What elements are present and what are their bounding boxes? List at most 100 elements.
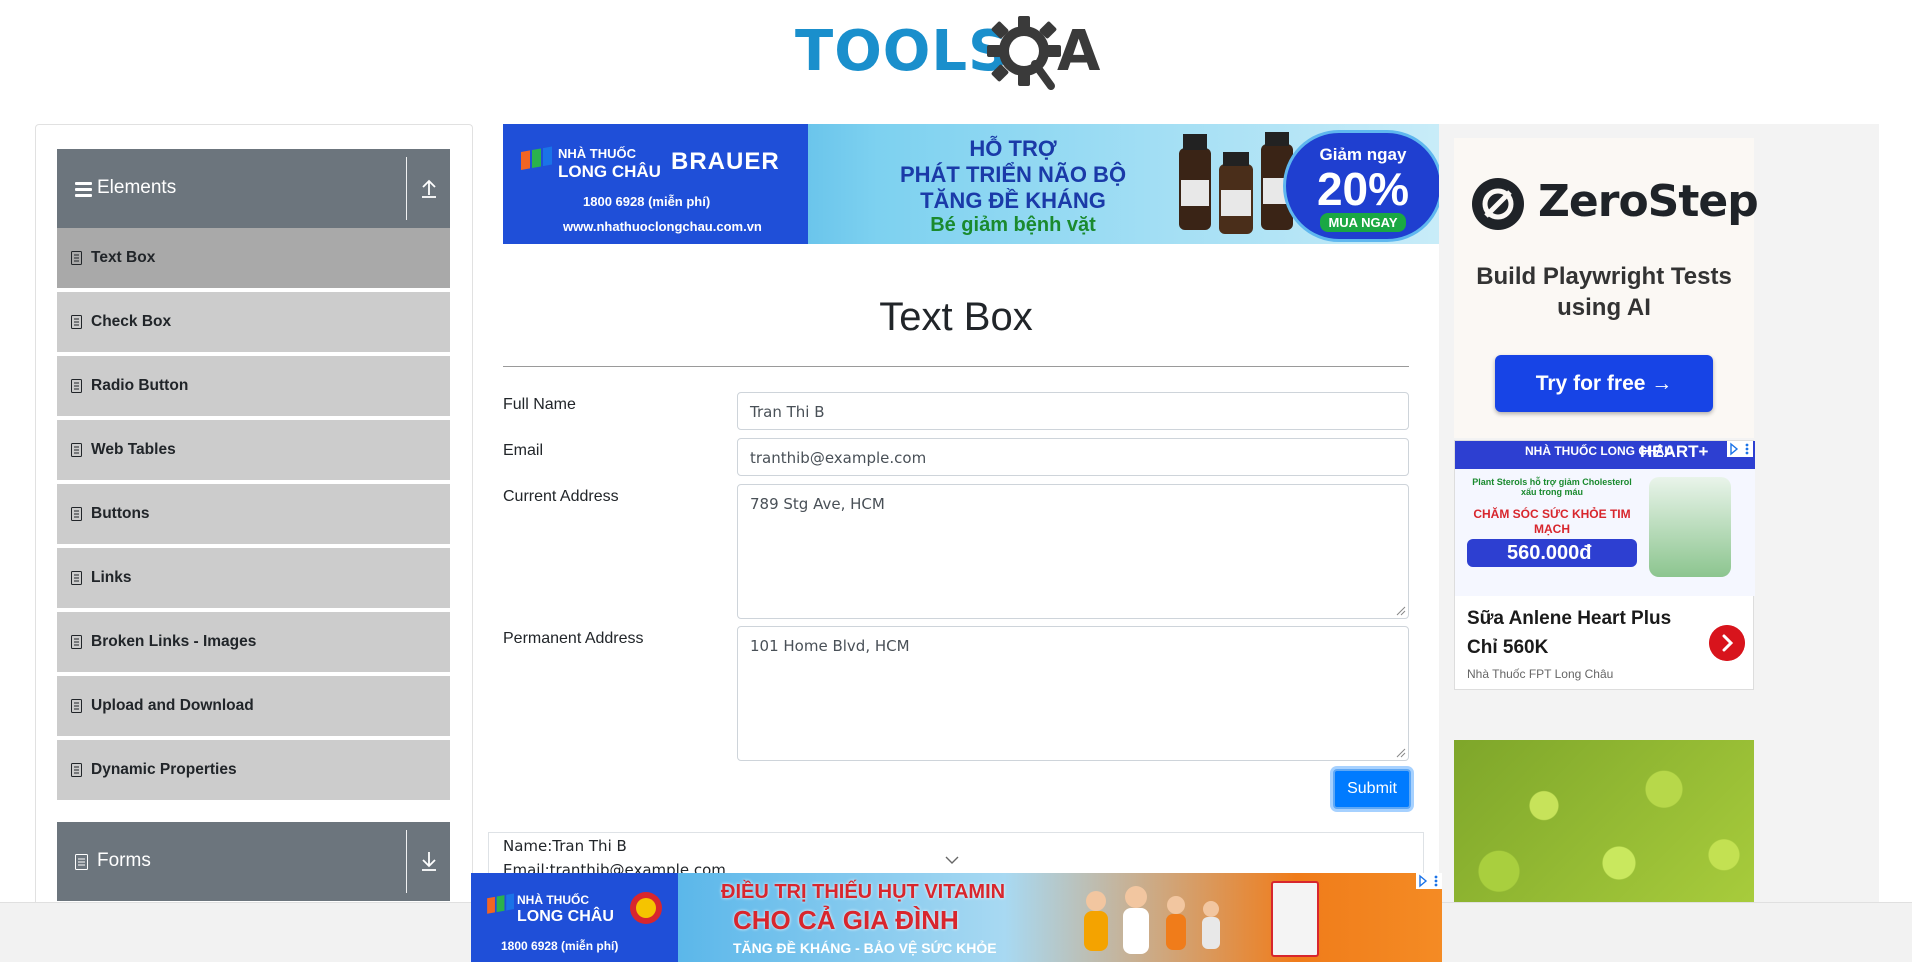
fpt-logo-icon (521, 146, 552, 170)
fpt-logo-icon (487, 893, 514, 914)
divider (406, 157, 407, 220)
resize-handle-icon[interactable] (1396, 748, 1406, 758)
group-header-elements[interactable]: Elements (57, 149, 450, 228)
sidebar-item-broken-links[interactable]: Broken Links - Images (57, 612, 450, 674)
ad-product-name: BRAUER (671, 148, 780, 175)
sidebar-item-web-tables[interactable]: Web Tables (57, 420, 450, 482)
product-box-image (1271, 881, 1319, 957)
page-title: Text Box (879, 295, 1033, 339)
group-title: Forms (97, 850, 151, 871)
zerostep-logo-icon (1472, 178, 1524, 230)
emblem-icon (630, 892, 662, 924)
heart-ad-title: Sữa Anlene Heart Plus Chỉ 560K (1467, 608, 1672, 658)
sidebar-item-links[interactable]: Links (57, 548, 450, 610)
ad-brand-panel: NHÀ THUỐC LONG CHÂU BRAUER 1800 6928 (mi… (503, 124, 808, 244)
badge-percent: 20% (1316, 163, 1410, 215)
permanent-address-label: Permanent Address (503, 630, 644, 647)
ad-brand-line2: LONG CHÂU (558, 162, 661, 181)
family-image (1084, 886, 1220, 954)
ad-choices-icon[interactable] (1727, 441, 1753, 457)
email-label: Email (503, 442, 544, 459)
email-input[interactable]: tranthib@example.com (737, 438, 1409, 476)
submit-button[interactable]: Submit (1333, 769, 1411, 809)
ad-headline-3: TĂNG ĐỀ KHÁNG (920, 188, 1106, 213)
list-icon (71, 443, 82, 457)
product-can-image (1649, 477, 1731, 577)
group-title: Elements (97, 177, 177, 198)
list-icon (71, 763, 82, 777)
gear-magnifier-icon (987, 16, 1061, 90)
zerostep-ad[interactable]: ZeroStep Build Playwright Tests using AI… (1454, 138, 1759, 438)
list-icon (71, 507, 82, 521)
list-icon (71, 571, 82, 585)
list-icon (71, 379, 82, 393)
ad-subheadline: Bé giảm bệnh vặt (930, 214, 1096, 236)
current-address-value: 789 Stg Ave, HCM (750, 495, 885, 513)
ad-choices-icon[interactable] (1416, 873, 1442, 889)
sidebar-item-buttons[interactable]: Buttons (57, 484, 450, 546)
ad-headline-1: HỖ TRỢ (969, 136, 1057, 161)
sidebar-item-radio-button[interactable]: Radio Button (57, 356, 450, 418)
bottom-banner-ad[interactable]: NHÀ THUỐC LONG CHÂU 1800 6928 (miễn phí)… (471, 873, 1442, 962)
badge-cta: MUA NGAY (1320, 213, 1406, 232)
resize-handle-icon[interactable] (1396, 606, 1406, 616)
toolsqa-logo[interactable]: TOOLS A (795, 14, 1125, 92)
ad-headline-2: CHO CẢ GIA ĐÌNH (733, 905, 959, 935)
vegetable-ad-image[interactable] (1454, 740, 1754, 904)
sidebar-item-text-box[interactable]: Text Box (57, 228, 450, 290)
try-for-free-button[interactable]: Try for free → (1495, 355, 1713, 412)
sidebar-item-label: Text Box (91, 249, 156, 266)
ad-headline-1: ĐIỀU TRỊ THIẾU HỤT VITAMIN (721, 881, 1006, 903)
sidebar-item-label: Upload and Download (91, 697, 254, 714)
title-divider (503, 366, 1409, 367)
heart-plus-ad[interactable]: NHÀ THUỐC LONG CHÂU HEART+ Plant Sterols… (1454, 440, 1755, 690)
ad-phone: 1800 6928 (miễn phí) (501, 939, 619, 953)
heart-ad-price: 560.000đ (1467, 539, 1637, 567)
current-address-textarea[interactable]: 789 Stg Ave, HCM (737, 484, 1409, 619)
badge-top-text: Giảm ngay (1319, 145, 1407, 164)
full-name-label: Full Name (503, 396, 576, 413)
sidebar-item-label: Radio Button (91, 377, 189, 394)
document-icon (75, 854, 88, 870)
sidebar-item-label: Check Box (91, 313, 172, 330)
group-header-forms[interactable]: Forms (57, 822, 450, 901)
top-banner-ad[interactable]: NHÀ THUỐC LONG CHÂU BRAUER 1800 6928 (mi… (503, 124, 1439, 244)
sidebar-item-check-box[interactable]: Check Box (57, 292, 450, 354)
full-name-input[interactable]: Tran Thi B (737, 392, 1409, 430)
sidebar-item-dynamic-properties[interactable]: Dynamic Properties (57, 740, 450, 802)
sidebar-item-label: Links (91, 569, 132, 586)
sidebar-item-label: Broken Links - Images (91, 633, 257, 650)
heart-ad-blurb: Plant Sterols hỗ trợ giảm Cholesterol xấ… (1472, 477, 1632, 497)
ad-brand-line1: NHÀ THUỐC (517, 893, 589, 907)
collapse-up-icon[interactable] (417, 175, 441, 201)
heart-ad-source: Nhà Thuốc FPT Long Châu (1467, 667, 1614, 681)
chevron-down-icon (945, 856, 959, 864)
sidebar-item-label: Web Tables (91, 441, 176, 458)
list-icon (71, 635, 82, 649)
logo-suffix: A (1057, 19, 1101, 84)
logo-text: TOOLS (795, 19, 1010, 84)
ad-brand-line2: LONG CHÂU (517, 908, 614, 925)
ad-website: www.nhathuoclongchau.com.vn (563, 219, 762, 234)
heart-ad-product: HEART+ (1640, 442, 1709, 461)
list-icon (71, 315, 82, 329)
sidebar-item-label: Buttons (91, 505, 150, 522)
divider (406, 830, 407, 893)
permanent-address-value: 101 Home Blvd, HCM (750, 637, 910, 655)
ad-headline-2: PHÁT TRIỂN NÃO BỘ (899, 162, 1127, 187)
zerostep-name: ZeroStep (1538, 176, 1759, 227)
current-address-label: Current Address (503, 488, 619, 505)
ad-headline-3: TĂNG ĐỀ KHÁNG - BẢO VỆ SỨC KHỎE (733, 940, 997, 956)
menu-icon (75, 182, 92, 200)
list-icon (71, 699, 82, 713)
ad-headline: HỖ TRỢ PHÁT TRIỂN NÃO BỘ TĂNG ĐỀ KHÁNG (883, 136, 1143, 214)
sidebar-item-upload-download[interactable]: Upload and Download (57, 676, 450, 738)
sidebar-item-label: Dynamic Properties (91, 761, 237, 778)
arrow-right-icon[interactable] (1709, 625, 1745, 661)
heart-plus-ad-image: NHÀ THUỐC LONG CHÂU HEART+ Plant Sterols… (1455, 441, 1755, 596)
discount-badge[interactable]: Giảm ngay 20% MUA NGAY (1283, 130, 1439, 242)
permanent-address-textarea[interactable]: 101 Home Blvd, HCM (737, 626, 1409, 761)
zerostep-tagline: Build Playwright Tests using AI (1476, 263, 1732, 321)
expand-down-icon[interactable] (417, 848, 441, 874)
ad-phone: 1800 6928 (miễn phí) (583, 194, 711, 209)
